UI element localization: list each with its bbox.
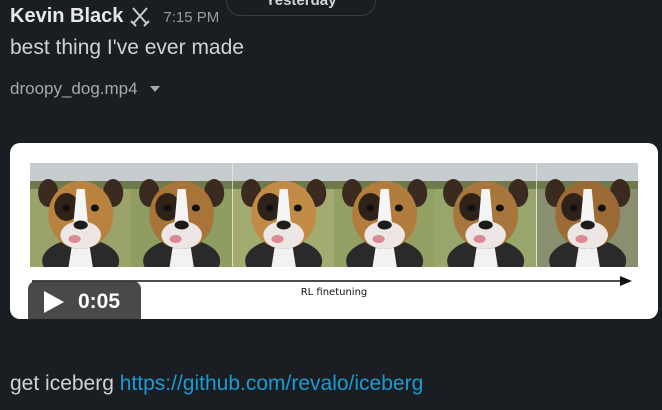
play-button[interactable]: 0:05 (28, 281, 141, 319)
iceberg-link[interactable]: https://github.com/revalo/iceberg (120, 372, 424, 395)
play-icon (44, 291, 64, 313)
video-frame-thumbnail (435, 163, 537, 267)
message-timestamp[interactable]: 7:15 PM (163, 6, 219, 26)
video-player[interactable]: RL finetuning 0:05 (10, 143, 658, 319)
day-divider-pill[interactable]: Yesterday (226, 0, 376, 16)
video-duration: 0:05 (78, 290, 121, 313)
video-frame-thumbnail (232, 163, 334, 267)
attachment-toggle[interactable]: droopy_dog.mp4 (10, 79, 160, 99)
video-frame-thumbnail (131, 163, 233, 267)
message-text-2: get iceberg https://github.com/revalo/ic… (10, 372, 423, 396)
video-frame-thumbnail (30, 163, 132, 267)
message-pane: Yesterday Kevin Black 7:15 PM best thing… (0, 0, 662, 410)
video-thumbnail-strip (30, 163, 638, 267)
video-frame-thumbnail (536, 163, 638, 267)
sender-name[interactable]: Kevin Black (10, 5, 123, 28)
message-prefix: get iceberg (10, 372, 120, 395)
message-header: Kevin Black 7:15 PM (10, 2, 219, 30)
message-text: best thing I've ever made (10, 36, 244, 59)
video-frame-thumbnail (333, 163, 436, 267)
crossed-swords-icon (129, 5, 151, 27)
attachment-filename: droopy_dog.mp4 (10, 79, 138, 98)
caret-down-icon (149, 86, 160, 92)
